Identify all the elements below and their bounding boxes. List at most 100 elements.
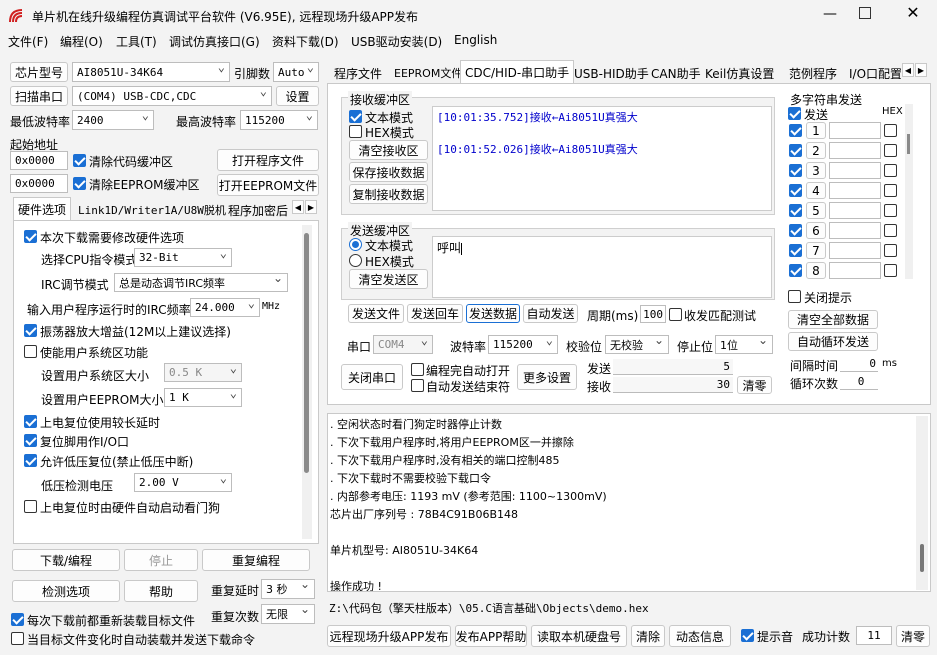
send-hex-mode-radio[interactable] bbox=[349, 254, 362, 267]
multi-row-input[interactable] bbox=[829, 142, 881, 159]
tab-hardware-options[interactable]: 硬件选项 bbox=[13, 197, 72, 221]
code-start-address[interactable]: 0x0000 bbox=[10, 151, 68, 170]
stop-bit-select[interactable]: 1位 bbox=[715, 335, 773, 354]
publish-help-button[interactable]: 发布APP帮助 bbox=[455, 625, 527, 647]
clear-code-checkbox[interactable] bbox=[73, 154, 86, 167]
min-baud-select[interactable]: 2400 bbox=[72, 110, 154, 130]
close-icon[interactable]: ✕ bbox=[903, 3, 923, 23]
copy-receive-button[interactable]: 复制接收数据 bbox=[349, 184, 428, 204]
hw-scrollbar[interactable] bbox=[302, 225, 312, 539]
tab-eeprom-file[interactable]: EEPROM文件 bbox=[390, 62, 466, 84]
recv-match-checkbox[interactable] bbox=[669, 308, 682, 321]
send-return-button[interactable]: 发送回车 bbox=[407, 304, 463, 323]
clear-count-button[interactable]: 清零 bbox=[737, 376, 772, 394]
receive-textarea[interactable]: [10:01:35.752]接收←Ai8051U真强大 [10:01:52.02… bbox=[432, 106, 772, 211]
multi-row-send-checkbox[interactable] bbox=[789, 144, 802, 157]
open-eeprom-file-button[interactable]: 打开EEPROM文件 bbox=[217, 174, 319, 196]
multi-row-input[interactable] bbox=[829, 182, 881, 199]
settings-button[interactable]: 设置 bbox=[276, 86, 319, 106]
menu-file[interactable]: 文件(F) bbox=[8, 33, 48, 50]
multi-row-input[interactable] bbox=[829, 262, 881, 279]
multi-row-send-checkbox[interactable] bbox=[789, 164, 802, 177]
log-area[interactable]: . 空闲状态时看门狗定时器停止计数 . 下次下载用户程序时,将用户EEPROM区一… bbox=[327, 413, 931, 592]
multi-row-hex-checkbox[interactable] bbox=[884, 204, 897, 217]
multi-scrollbar-thumb[interactable] bbox=[907, 134, 910, 154]
clear-log-button[interactable]: 清除 bbox=[631, 625, 665, 647]
multi-row-send-checkbox[interactable] bbox=[789, 184, 802, 197]
repeat-count-select[interactable]: 无限 bbox=[261, 604, 315, 624]
multi-row-input[interactable] bbox=[829, 122, 881, 139]
tab-encryption[interactable]: 程序加密后 bbox=[224, 199, 290, 221]
cpu-mode-select[interactable]: 32-Bit bbox=[134, 248, 232, 267]
auto-open-checkbox[interactable] bbox=[411, 363, 424, 376]
multi-row-number-button[interactable]: 6 bbox=[806, 222, 826, 239]
user-sys-checkbox[interactable] bbox=[24, 345, 37, 358]
help-button[interactable]: 帮助 bbox=[124, 580, 198, 602]
menu-usb-driver[interactable]: USB驱动安装(D) bbox=[351, 33, 442, 50]
wdt-checkbox[interactable] bbox=[24, 500, 37, 513]
maximize-icon[interactable] bbox=[859, 7, 871, 19]
send-text-mode-radio[interactable] bbox=[349, 238, 362, 251]
multi-row-hex-checkbox[interactable] bbox=[884, 164, 897, 177]
menu-debug[interactable]: 调试仿真接口(G) bbox=[169, 33, 260, 50]
multi-row-input[interactable] bbox=[829, 222, 881, 239]
scan-port-button[interactable]: 扫描串口 bbox=[10, 86, 68, 106]
chip-model-select[interactable]: AI8051U-34K64 bbox=[72, 62, 230, 82]
hw-scrollbar-thumb[interactable] bbox=[304, 233, 309, 473]
download-button[interactable]: 下载/编程 bbox=[12, 549, 120, 571]
eeprom-size-select[interactable]: 1 K bbox=[164, 388, 242, 407]
remote-upgrade-button[interactable]: 远程现场升级APP发布 bbox=[327, 625, 451, 647]
max-baud-select[interactable]: 115200 bbox=[240, 110, 318, 130]
baud-select[interactable]: 115200 bbox=[488, 335, 558, 354]
close-port-button[interactable]: 关闭串口 bbox=[341, 364, 403, 390]
multi-row-input[interactable] bbox=[829, 202, 881, 219]
multi-row-number-button[interactable]: 8 bbox=[806, 262, 826, 279]
modify-hw-checkbox[interactable] bbox=[24, 230, 37, 243]
low-volt-select[interactable]: 2.00 V bbox=[134, 473, 232, 492]
irc-freq-input[interactable]: 24.000 bbox=[190, 298, 260, 317]
clear-send-button[interactable]: 清空发送区 bbox=[349, 269, 428, 289]
right-tab-scroll-right-icon[interactable]: ▶ bbox=[915, 63, 927, 77]
auto-send-end-checkbox[interactable] bbox=[411, 379, 424, 392]
tab-cdc-hid-serial[interactable]: CDC/HID-串口助手 bbox=[460, 60, 575, 84]
stop-button[interactable]: 停止 bbox=[124, 549, 198, 571]
log-scrollbar-thumb[interactable] bbox=[920, 544, 924, 572]
clear-receive-button[interactable]: 清空接收区 bbox=[349, 140, 428, 160]
tab-scroll-left-icon[interactable]: ◀ bbox=[292, 200, 304, 214]
menu-download[interactable]: 资料下载(D) bbox=[272, 33, 339, 50]
multi-row-hex-checkbox[interactable] bbox=[884, 264, 897, 277]
serial-port-select[interactable]: COM4 bbox=[373, 335, 433, 354]
loop-count-input[interactable]: 0 bbox=[840, 374, 878, 390]
multi-row-input[interactable] bbox=[829, 242, 881, 259]
recv-hex-mode-checkbox[interactable] bbox=[349, 125, 362, 138]
multi-row-number-button[interactable]: 7 bbox=[806, 242, 826, 259]
multi-row-number-button[interactable]: 4 bbox=[806, 182, 826, 199]
multi-scrollbar[interactable] bbox=[905, 104, 913, 279]
multi-row-number-button[interactable]: 5 bbox=[806, 202, 826, 219]
right-tab-scroll-left-icon[interactable]: ◀ bbox=[902, 63, 914, 77]
tab-keil[interactable]: Keil仿真设置 bbox=[701, 62, 778, 84]
menu-tools[interactable]: 工具(T) bbox=[116, 33, 157, 50]
send-data-button[interactable]: 发送数据 bbox=[466, 304, 520, 323]
reload-checkbox[interactable] bbox=[11, 613, 24, 626]
auto-loop-send-button[interactable]: 自动循环发送 bbox=[788, 332, 878, 351]
more-settings-button[interactable]: 更多设置 bbox=[517, 364, 577, 390]
clear-all-data-button[interactable]: 清空全部数据 bbox=[788, 310, 878, 329]
tab-io-config[interactable]: I/O口配置 bbox=[845, 62, 901, 84]
multi-row-number-button[interactable]: 2 bbox=[806, 142, 826, 159]
log-scrollbar[interactable] bbox=[916, 416, 928, 590]
minimize-icon[interactable]: — bbox=[820, 6, 840, 24]
reprogram-button[interactable]: 重复编程 bbox=[202, 549, 310, 571]
multi-row-hex-checkbox[interactable] bbox=[884, 224, 897, 237]
auto-reload-checkbox[interactable] bbox=[11, 632, 24, 645]
interval-input[interactable]: 0 bbox=[840, 356, 878, 372]
multi-row-hex-checkbox[interactable] bbox=[884, 184, 897, 197]
reset-success-button[interactable]: 清零 bbox=[896, 625, 930, 647]
user-sys-size-select[interactable]: 0.5 K bbox=[164, 363, 242, 382]
multi-row-hex-checkbox[interactable] bbox=[884, 144, 897, 157]
menu-program[interactable]: 编程(O) bbox=[60, 33, 103, 50]
multi-row-input[interactable] bbox=[829, 162, 881, 179]
tab-link1d[interactable]: Link1D/Writer1A/U8W脱机 bbox=[74, 199, 230, 221]
repeat-delay-select[interactable]: 3 秒 bbox=[261, 579, 315, 599]
close-hint-checkbox[interactable] bbox=[788, 290, 801, 303]
